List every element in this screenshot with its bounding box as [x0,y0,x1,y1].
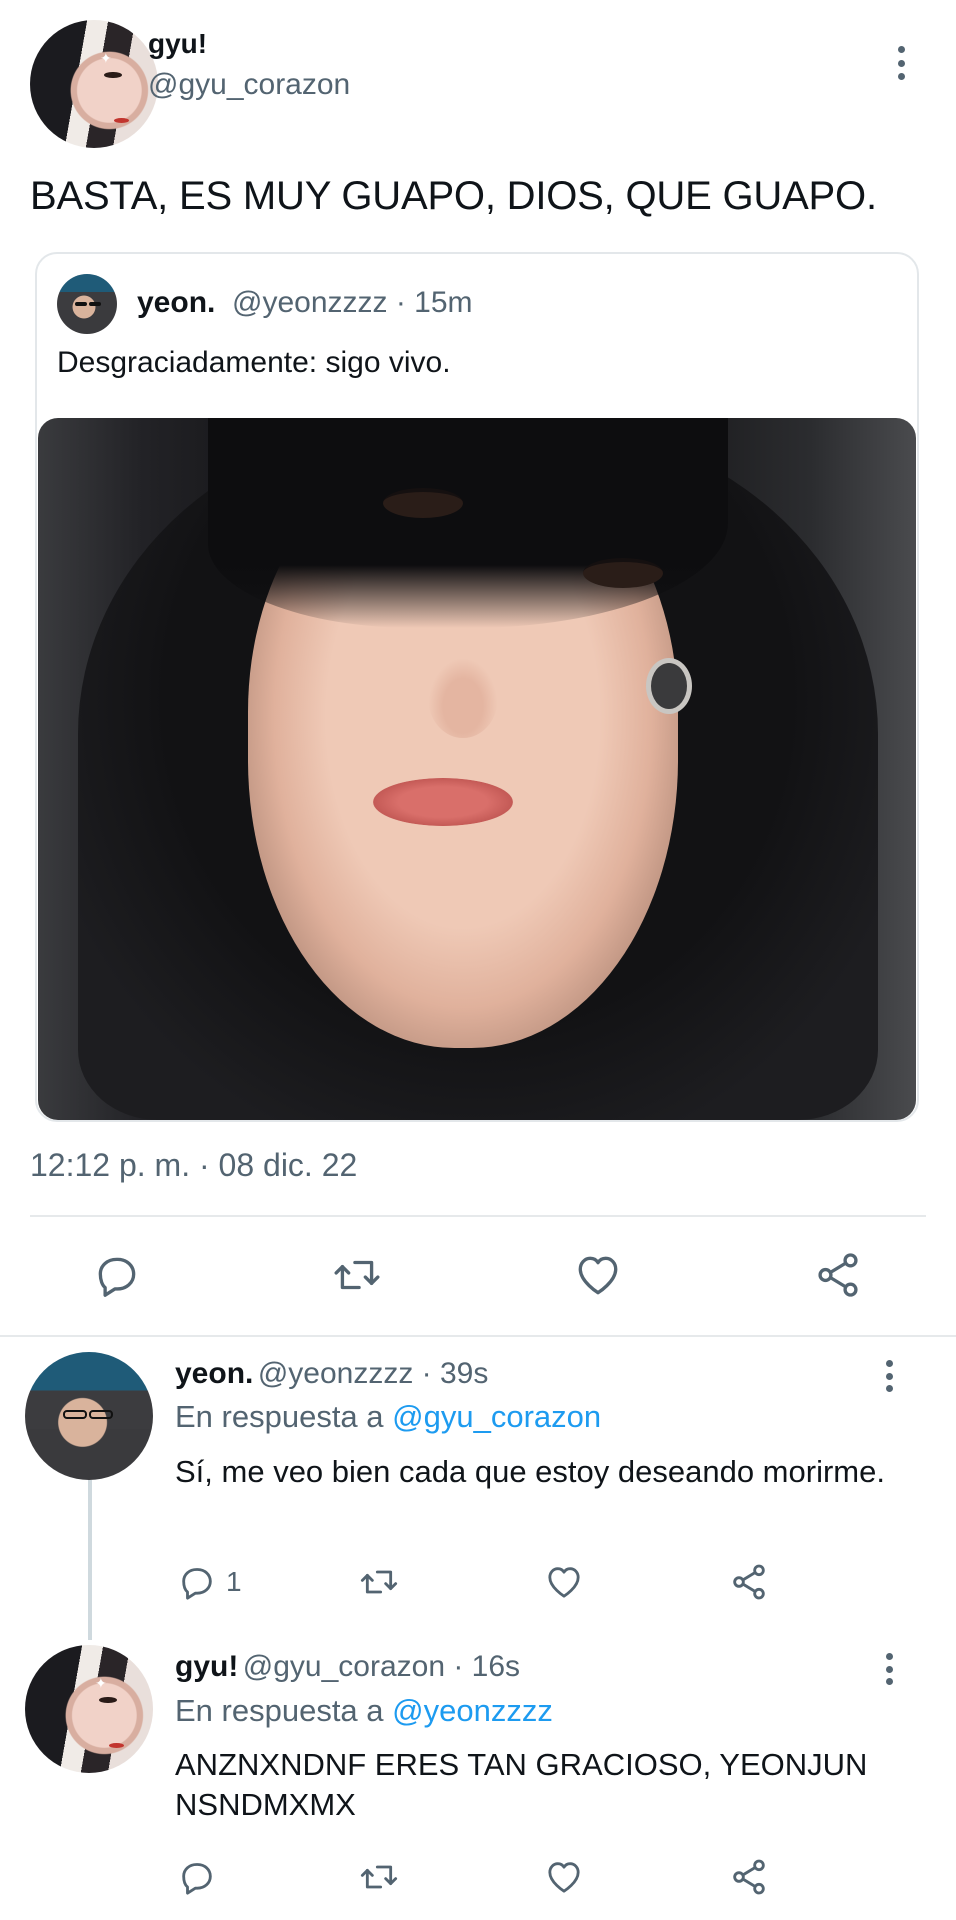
reply-author-avatar[interactable]: ✦ [25,1645,153,1773]
reply-author-name[interactable]: yeon. [175,1357,253,1390]
divider [30,1215,926,1217]
reply-icon[interactable] [177,1562,217,1602]
reply-prefix: En respuesta a [175,1399,384,1434]
retweet-icon[interactable] [329,1250,385,1300]
reply-text: Sí, me veo bien cada que estoy deseando … [175,1454,885,1489]
thread-connector [88,1480,92,1640]
reply-author-meta: @gyu_corazon · 16s [242,1650,521,1683]
reply-context: En respuesta a @yeonzzzz [175,1693,553,1729]
reply-icon[interactable] [92,1250,142,1300]
heart-icon[interactable] [544,1857,584,1897]
quoted-author-name: yeon. [137,286,216,319]
share-icon[interactable] [729,1857,769,1897]
reply-author-avatar[interactable] [25,1352,153,1480]
quoted-author-avatar [57,274,117,334]
share-icon[interactable] [729,1562,769,1602]
tweet-text: BASTA, ES MUY GUAPO, DIOS, QUE GUAPO. [30,174,877,218]
more-vertical-icon[interactable] [885,1360,893,1392]
sparkle-icon: ✦ [100,50,112,66]
reply-author-meta: @yeonzzzz · 39s [257,1357,489,1390]
reply-author-name[interactable]: gyu! [175,1650,238,1683]
author-avatar[interactable]: ✦ [30,20,158,148]
author-display-name[interactable]: gyu! [148,28,207,60]
more-vertical-icon[interactable] [897,46,905,80]
reply-count: 1 [226,1566,242,1597]
heart-icon[interactable] [544,1562,584,1602]
heart-icon[interactable] [573,1250,623,1300]
retweet-icon[interactable] [357,1857,401,1897]
reply-prefix: En respuesta a [175,1693,384,1728]
quoted-tweet-photo[interactable] [38,418,916,1120]
quoted-tweet-text: Desgraciadamente: sigo vivo. [57,346,451,379]
reply-header: gyu! @gyu_corazon · 16s [175,1650,520,1684]
sparkle-icon: ✦ [95,1675,107,1691]
retweet-icon[interactable] [357,1562,401,1602]
quoted-author-meta: @yeonzzzz · 15m [232,286,473,319]
reply-icon[interactable] [177,1857,217,1897]
reply-header: yeon. @yeonzzzz · 39s [175,1357,488,1391]
share-icon[interactable] [813,1250,863,1300]
more-vertical-icon[interactable] [885,1653,893,1685]
mention-link[interactable]: @gyu_corazon [392,1399,601,1434]
author-handle[interactable]: @gyu_corazon [148,68,350,102]
mention-link[interactable]: @yeonzzzz [392,1693,553,1728]
reply-text: ANZNXNDNF ERES TAN GRACIOSO, YEONJUN NSN… [175,1747,868,1822]
reply-context: En respuesta a @gyu_corazon [175,1399,601,1435]
tweet-timestamp[interactable]: 12:12 p. m. · 08 dic. 22 [30,1147,357,1184]
section-divider [0,1335,956,1337]
